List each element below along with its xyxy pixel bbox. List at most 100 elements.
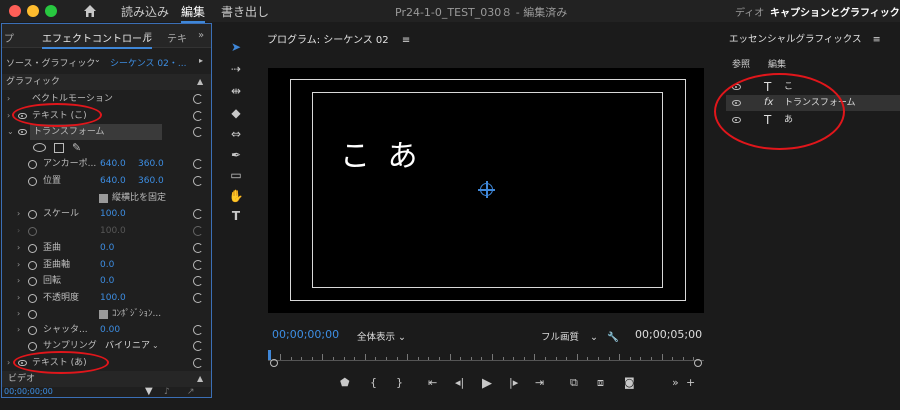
property-skew[interactable]: › 歪曲 0.0 bbox=[2, 240, 211, 256]
sequence-label[interactable]: シーケンス 02・... bbox=[110, 56, 186, 69]
tab-browse[interactable]: 参照 bbox=[732, 57, 750, 70]
sampling-dropdown-icon[interactable]: ⌄ bbox=[152, 338, 159, 354]
reset-icon[interactable] bbox=[193, 209, 203, 219]
pen-mask-icon[interactable]: ✎ bbox=[72, 140, 81, 156]
panel-menu-icon[interactable]: ≡ bbox=[873, 34, 881, 45]
screen-text[interactable]: こ あ bbox=[340, 131, 422, 175]
expand-triangle-icon[interactable]: › bbox=[17, 240, 20, 256]
tab-text[interactable]: テキ bbox=[167, 30, 187, 45]
skew-axis-value[interactable]: 0.0 bbox=[100, 257, 114, 273]
stopwatch-icon[interactable] bbox=[28, 261, 37, 270]
reset-icon[interactable] bbox=[193, 111, 203, 121]
reset-icon[interactable] bbox=[193, 127, 203, 137]
effect-timecode[interactable]: 00;00;00;00 bbox=[4, 384, 53, 400]
play-icon[interactable]: ▶ bbox=[482, 376, 492, 391]
stopwatch-icon[interactable] bbox=[28, 160, 37, 169]
go-to-in-icon[interactable]: ⇤ bbox=[428, 376, 437, 389]
expand-triangle-icon[interactable]: › bbox=[7, 355, 10, 371]
tab-edit[interactable]: 編集 bbox=[768, 57, 786, 70]
expand-triangle-icon[interactable]: › bbox=[7, 108, 10, 124]
reset-icon[interactable] bbox=[193, 276, 203, 286]
property-position[interactable]: 位置 640.0 360.0 bbox=[2, 173, 211, 189]
zoom-handle-left[interactable] bbox=[270, 359, 278, 367]
export-frame-icon[interactable]: ↗ bbox=[187, 384, 195, 400]
marker-icon[interactable]: ⬟ bbox=[340, 376, 350, 389]
reset-icon[interactable] bbox=[193, 243, 203, 253]
workspace-import[interactable]: 読み込み bbox=[121, 3, 169, 20]
stopwatch-icon[interactable] bbox=[28, 310, 37, 319]
property-sampling[interactable]: サンプリング バイリニア ⌄ bbox=[2, 338, 211, 354]
effect-row-transform[interactable]: ⌄ トランスフォーム bbox=[2, 124, 211, 140]
anchor-x-value[interactable]: 640.0 bbox=[100, 156, 126, 172]
visibility-eye-icon[interactable] bbox=[18, 129, 27, 135]
rotation-value[interactable]: 0.0 bbox=[100, 273, 114, 289]
stopwatch-icon[interactable] bbox=[28, 177, 37, 186]
workspace-edit[interactable]: 編集 bbox=[181, 3, 206, 23]
expand-triangle-icon[interactable]: › bbox=[17, 306, 20, 322]
reset-icon[interactable] bbox=[193, 176, 203, 186]
zoom-handle-right[interactable] bbox=[694, 359, 702, 367]
close-window-button[interactable] bbox=[9, 5, 21, 17]
play-audio-icon[interactable]: ♪ bbox=[164, 384, 170, 400]
collapse-icon[interactable]: ▲ bbox=[197, 74, 203, 90]
stopwatch-icon[interactable] bbox=[28, 277, 37, 286]
step-back-icon[interactable]: ◂| bbox=[455, 376, 464, 389]
expand-triangle-icon[interactable]: › bbox=[17, 273, 20, 289]
expand-triangle-icon[interactable]: › bbox=[17, 322, 20, 338]
ripple-edit-tool-icon[interactable]: ⇹ bbox=[228, 84, 244, 100]
playhead-timecode[interactable]: 00;00;00;00 bbox=[272, 328, 339, 341]
selection-tool-icon[interactable]: ➤ bbox=[228, 40, 244, 56]
monitor-timeline-ruler[interactable] bbox=[268, 350, 704, 370]
razor-tool-icon[interactable]: ◆ bbox=[228, 106, 244, 122]
essential-graphics-tab[interactable]: エッセンシャルグラフィックス ≡ bbox=[729, 31, 881, 45]
shutter-value[interactable]: 0.00 bbox=[100, 322, 120, 338]
stopwatch-icon[interactable] bbox=[28, 294, 37, 303]
property-skew-axis[interactable]: › 歪曲軸 0.0 bbox=[2, 257, 211, 273]
workspace-captions-graphics[interactable]: キャプションとグラフィック bbox=[770, 4, 900, 19]
go-to-out-icon[interactable]: ⇥ bbox=[535, 376, 544, 389]
mark-in-icon[interactable]: { bbox=[370, 376, 377, 389]
panel-menu-icon[interactable]: ≡ bbox=[144, 30, 152, 41]
skew-value[interactable]: 0.0 bbox=[100, 240, 114, 256]
type-tool-icon[interactable]: T bbox=[228, 209, 244, 225]
reset-icon[interactable] bbox=[193, 159, 203, 169]
property-anchor[interactable]: アンカーポ... 640.0 360.0 bbox=[2, 156, 211, 172]
property-scale[interactable]: › スケール 100.0 bbox=[2, 206, 211, 222]
source-dropdown-icon[interactable]: ⌄ bbox=[94, 55, 101, 64]
reset-icon[interactable] bbox=[193, 94, 203, 104]
stopwatch-icon[interactable] bbox=[28, 210, 37, 219]
program-monitor-tab[interactable]: プログラム: シーケンス 02 ≡ bbox=[267, 31, 410, 46]
tab-previous[interactable]: プ bbox=[4, 30, 14, 45]
play-only-icon[interactable]: ▸ bbox=[199, 56, 203, 65]
reset-icon[interactable] bbox=[193, 325, 203, 335]
property-rotation[interactable]: › 回転 0.0 bbox=[2, 273, 211, 289]
stopwatch-icon[interactable] bbox=[28, 244, 37, 253]
ellipse-mask-icon[interactable] bbox=[33, 143, 46, 152]
rectangle-mask-icon[interactable] bbox=[54, 143, 64, 153]
property-opacity[interactable]: › 不透明度 100.0 bbox=[2, 290, 211, 306]
track-select-tool-icon[interactable]: ⇢ bbox=[228, 62, 244, 78]
stopwatch-icon[interactable] bbox=[28, 326, 37, 335]
property-composition[interactable]: › ｺﾝﾎﾟｼﾞｼｮﾝ... bbox=[2, 306, 211, 322]
panel-overflow-icon[interactable]: » bbox=[198, 30, 204, 41]
playhead[interactable] bbox=[268, 350, 271, 360]
property-keep-ratio[interactable]: 縦横比を固定 bbox=[2, 190, 211, 206]
panel-menu-icon[interactable]: ≡ bbox=[402, 35, 410, 46]
more-controls-icon[interactable]: » bbox=[672, 376, 679, 389]
expand-triangle-icon[interactable]: › bbox=[17, 290, 20, 306]
workspace-audio[interactable]: ディオ bbox=[735, 4, 764, 19]
mark-out-icon[interactable]: } bbox=[396, 376, 403, 389]
sampling-value[interactable]: バイリニア bbox=[105, 338, 150, 354]
reset-icon[interactable] bbox=[193, 293, 203, 303]
keep-ratio-checkbox[interactable] bbox=[99, 194, 108, 203]
workspace-export[interactable]: 書き出し bbox=[221, 3, 269, 20]
extract-icon[interactable]: ⧈ bbox=[597, 376, 604, 390]
quality-select[interactable]: フル画質 ⌄ 🔧 bbox=[541, 329, 619, 343]
expand-triangle-icon[interactable]: › bbox=[7, 91, 10, 107]
composition-checkbox[interactable] bbox=[99, 310, 108, 319]
home-icon[interactable] bbox=[82, 3, 98, 19]
expand-triangle-icon[interactable]: › bbox=[17, 206, 20, 222]
opacity-value[interactable]: 100.0 bbox=[100, 290, 126, 306]
wrench-icon[interactable]: 🔧 bbox=[607, 332, 619, 343]
property-shutter[interactable]: › シャッタ... 0.00 bbox=[2, 322, 211, 338]
